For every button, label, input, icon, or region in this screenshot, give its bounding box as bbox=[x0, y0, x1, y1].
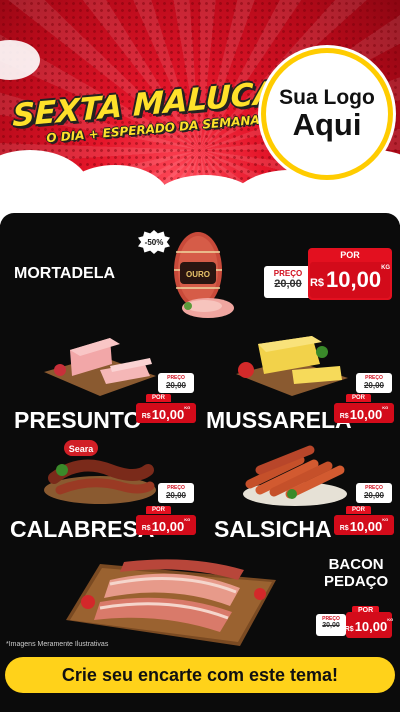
product-name-mussarela: MUSSARELA bbox=[206, 407, 352, 433]
unit-label: KG bbox=[184, 517, 191, 522]
price-tag-mussarela: PREÇO 20,00 R$ 10,00 KG bbox=[334, 373, 394, 423]
disclaimer-text: *Imagens Meramente Ilustrativas bbox=[6, 641, 109, 648]
product-name-salsicha: SALSICHA bbox=[214, 516, 332, 542]
currency-symbol: R$ bbox=[141, 413, 151, 420]
old-price-box: PREÇO 20,00 bbox=[158, 373, 194, 393]
price-tag-bacon: PREÇO 20,00 R$ 10,00 KG bbox=[316, 612, 394, 638]
logo-text-line1: Sua Logo bbox=[279, 85, 375, 109]
logo-text-line2: Aqui bbox=[292, 106, 362, 142]
new-price-value: 10,00 bbox=[354, 619, 388, 634]
new-price-value: 10,00 bbox=[326, 267, 382, 292]
old-price-box: PREÇO 20,00 bbox=[356, 373, 392, 393]
logo-placeholder[interactable]: Sua Logo Aqui bbox=[261, 48, 393, 180]
new-price-box: R$ 10,00 KG bbox=[344, 612, 394, 638]
new-price-value: 10,00 bbox=[151, 407, 185, 422]
bottom-strip bbox=[0, 700, 400, 712]
old-price-box: PREÇO 20,00 bbox=[356, 483, 392, 503]
brand-label: Seara bbox=[69, 444, 95, 454]
old-price-label: PREÇO bbox=[273, 269, 303, 278]
currency-symbol: R$ bbox=[339, 413, 349, 420]
product-name-line1: BACON bbox=[328, 556, 384, 573]
currency-symbol: R$ bbox=[339, 525, 349, 532]
old-price-value: 20,00 bbox=[363, 491, 385, 500]
old-price-box: PREÇO 20,00 bbox=[158, 483, 194, 503]
old-price-value: 20,00 bbox=[322, 622, 340, 629]
currency-symbol: R$ bbox=[141, 525, 151, 532]
product-name-line2: PEDAÇO bbox=[324, 573, 389, 590]
product-name-presunto: PRESUNTO bbox=[14, 407, 142, 433]
flyer: SEXTA MALUCA! O DIA + ESPERADO DA SEMANA… bbox=[0, 0, 400, 712]
price-tag-salsicha: PREÇO 20,00 R$ 10,00 KG bbox=[334, 483, 394, 535]
new-price-box: R$ 10,00 KG bbox=[334, 515, 394, 535]
unit-label: KG bbox=[387, 617, 394, 622]
new-price-box: R$ 10,00 KG bbox=[136, 403, 196, 423]
header-banner: SEXTA MALUCA! O DIA + ESPERADO DA SEMANA… bbox=[0, 0, 400, 225]
product-name-calabresa: CALABRESA bbox=[10, 516, 155, 542]
new-price-box: R$ 10,00 KG bbox=[136, 515, 196, 535]
price-tag-mortadela: PREÇO 20,00 POR R$ 10,00 KG bbox=[264, 248, 392, 300]
currency-symbol: R$ bbox=[344, 626, 354, 633]
new-price-box: POR R$ 10,00 KG bbox=[308, 248, 392, 300]
price-tag-presunto: PREÇO 20,00 R$ 10,00 KG bbox=[136, 373, 196, 423]
product-name-mortadela: MORTADELA bbox=[14, 265, 116, 282]
unit-label: KG bbox=[381, 265, 391, 271]
old-price-value: 20,00 bbox=[274, 278, 302, 290]
create-flyer-button[interactable]: Crie seu encarte com este tema! bbox=[5, 657, 395, 693]
old-price-value: 20,00 bbox=[165, 491, 187, 500]
new-price-value: 10,00 bbox=[349, 407, 383, 422]
old-price-box: PREÇO 20,00 bbox=[264, 266, 312, 298]
unit-label: KG bbox=[382, 405, 389, 410]
price-tag-calabresa: PREÇO 20,00 R$ 10,00 KG bbox=[136, 483, 196, 535]
new-price-label: POR bbox=[340, 250, 360, 260]
unit-label: KG bbox=[184, 405, 191, 410]
old-price-value: 20,00 bbox=[165, 381, 187, 390]
bacon-image bbox=[66, 559, 276, 646]
new-price-value: 10,00 bbox=[349, 519, 383, 534]
new-price-box: R$ 10,00 KG bbox=[334, 403, 394, 423]
old-price-box: PREÇO 20,00 bbox=[316, 614, 346, 636]
brand-label: OURO bbox=[186, 270, 210, 279]
unit-label: KG bbox=[382, 517, 389, 522]
product-name-bacon: BACON PEDAÇO bbox=[324, 556, 388, 590]
mortadela-image: OURO bbox=[174, 232, 234, 318]
new-price-value: 10,00 bbox=[151, 519, 185, 534]
currency-symbol: R$ bbox=[309, 277, 324, 289]
old-price-value: 20,00 bbox=[363, 381, 385, 390]
